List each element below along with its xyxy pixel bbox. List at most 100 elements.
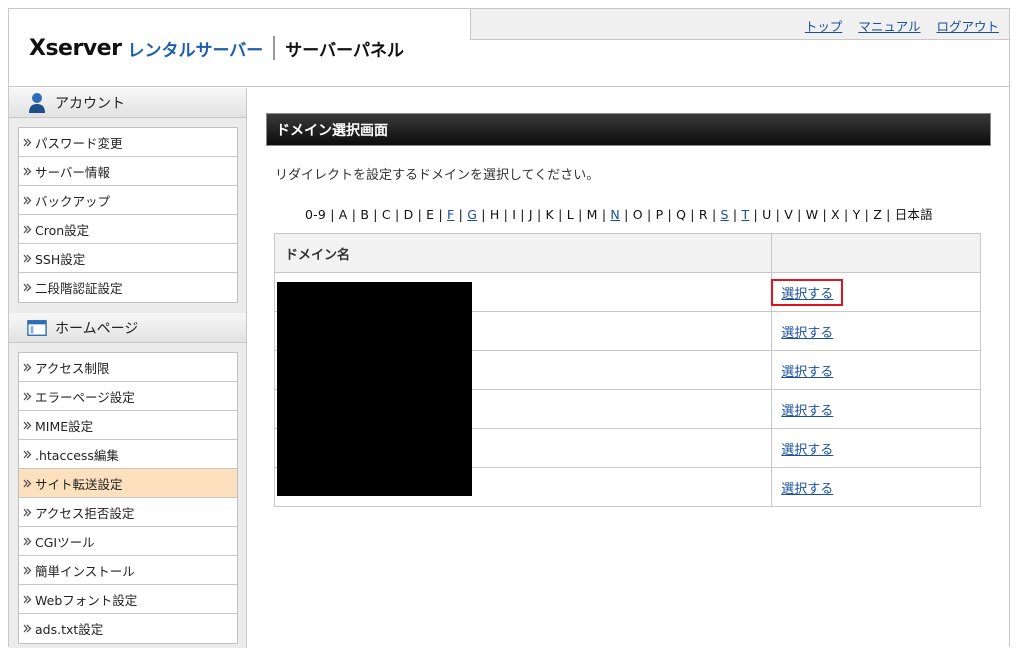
logout-link[interactable]: ログアウト	[936, 16, 999, 35]
sidebar-section-title: ホームページ	[55, 320, 139, 337]
xserver-logo[interactable]: Xserver レンタルサーバー サーバーパネル	[29, 33, 404, 63]
select-link[interactable]: 選択する	[781, 482, 833, 497]
logo-panel: サーバーパネル	[285, 40, 404, 61]
top-link[interactable]: トップ	[805, 16, 843, 35]
index-separator: |	[390, 207, 404, 222]
double-chevron-icon	[23, 449, 33, 459]
account-menu: パスワード変更 サーバー情報バックアップ Cron設定 SSH設定二段階認証設定	[18, 127, 238, 303]
sidebar-item-label: サイト転送設定	[35, 476, 123, 492]
select-link[interactable]: 選択する	[781, 326, 833, 341]
index-separator: |	[454, 207, 468, 222]
sidebar-item[interactable]: Cron設定	[19, 215, 237, 244]
main-content: ドメイン選択画面 リダイレクトを設定するドメインを選択してください。 0-9 |…	[247, 88, 1009, 648]
sidebar-item[interactable]: エラーページ設定	[19, 382, 237, 411]
logo-brand: Xserver	[29, 35, 122, 61]
logo-rental: レンタルサーバー	[127, 40, 264, 61]
sidebar-item[interactable]: アクセス制限	[19, 353, 237, 382]
double-chevron-icon	[23, 283, 33, 293]
action-cell: 選択する	[771, 389, 981, 429]
sidebar-item-label: エラーページ設定	[35, 389, 135, 405]
user-icon	[27, 92, 47, 114]
page-description: リダイレクトを設定するドメインを選択してください。	[275, 168, 600, 183]
select-link[interactable]: 選択する	[781, 443, 833, 458]
sidebar-item[interactable]: アクセス拒否設定	[19, 498, 237, 527]
index-separator: |	[532, 207, 546, 222]
index-letter: K	[545, 207, 554, 222]
double-chevron-icon	[23, 391, 33, 401]
double-chevron-icon	[23, 362, 33, 372]
sidebar-item-label: パスワード変更	[35, 135, 123, 151]
sidebar-item-label: ads.txt設定	[35, 622, 104, 637]
index-separator: |	[642, 207, 656, 222]
index-separator: |	[597, 207, 611, 222]
sidebar-item[interactable]: ads.txt設定	[19, 614, 237, 643]
index-separator: |	[434, 207, 448, 222]
index-letter[interactable]: N	[610, 207, 620, 222]
sidebar-item-label: .htaccess編集	[35, 447, 119, 463]
select-link[interactable]: 選択する	[781, 404, 833, 419]
sidebar-item[interactable]: バックアップ	[19, 186, 237, 215]
sidebar-item[interactable]: 簡単インストール	[19, 556, 237, 585]
table-header-row: ドメイン名	[273, 233, 981, 273]
window-icon	[27, 317, 47, 339]
index-separator: |	[707, 207, 721, 222]
index-separator: |	[516, 207, 529, 222]
sidebar-item[interactable]: .htaccess編集	[19, 440, 237, 469]
index-letter: M	[586, 207, 598, 222]
index-separator: |	[499, 207, 513, 222]
double-chevron-icon	[23, 594, 33, 604]
index-separator: |	[347, 207, 361, 222]
double-chevron-icon	[23, 565, 33, 575]
index-letter: O	[632, 207, 643, 222]
sidebar-item[interactable]: 二段階認証設定	[19, 273, 237, 302]
index-letter: 0-9	[305, 207, 327, 222]
index-separator: |	[881, 207, 895, 222]
index-separator: |	[771, 207, 785, 222]
sidebar-item-label: Cron設定	[35, 222, 90, 238]
sidebar-section-title: アカウント	[55, 95, 125, 112]
index-letter: 日本語	[894, 207, 933, 222]
manual-link[interactable]: マニュアル	[858, 16, 920, 35]
double-chevron-icon	[23, 137, 33, 147]
page-frame: Xserver レンタルサーバー サーバーパネル トップ マニュアル ログアウト…	[8, 8, 1010, 648]
sidebar: アカウント パスワード変更 サーバー情報バックアップ Cron設定 SSH設定二段階認…	[9, 88, 247, 648]
index-separator: |	[860, 207, 874, 222]
index-separator: |	[749, 207, 763, 222]
sidebar-item[interactable]: Webフォント設定	[19, 585, 237, 614]
index-letter: C	[381, 207, 391, 222]
index-separator: |	[369, 207, 382, 222]
index-letter: Q	[676, 207, 687, 222]
double-chevron-icon	[23, 253, 33, 263]
index-letter[interactable]: S	[721, 207, 729, 222]
sidebar-item[interactable]: CGIツール	[19, 527, 237, 556]
index-letter: W	[805, 207, 819, 222]
index-letter: L	[566, 207, 574, 222]
index-letter: R	[698, 207, 708, 222]
sidebar-item-label: MIME設定	[35, 418, 94, 434]
index-separator: |	[573, 207, 587, 222]
action-cell: 選択する	[771, 428, 981, 468]
select-link[interactable]: 選択する	[781, 365, 833, 380]
sidebar-section-homepage: ホームページ	[9, 313, 246, 343]
index-separator: |	[728, 207, 742, 222]
sidebar-item-label: 二段階認証設定	[35, 281, 123, 296]
alphabet-index: 0-9 | A | B | C | D | E | F | G | H | I …	[305, 204, 933, 223]
homepage-menu: アクセス制限エラーページ設定 MIME設定 .htaccess編集 サイト転送設定アク…	[18, 352, 238, 644]
action-cell: 選択する	[771, 272, 981, 312]
index-letter[interactable]: G	[467, 207, 477, 222]
sidebar-item[interactable]: パスワード変更	[19, 128, 237, 157]
index-letter: A	[338, 207, 348, 222]
sidebar-item[interactable]: サイト転送設定	[19, 469, 237, 498]
sidebar-item[interactable]: SSH設定	[19, 244, 237, 273]
action-header	[771, 233, 981, 273]
domain-name-header: ドメイン名	[273, 233, 773, 273]
action-cell: 選択する	[771, 467, 981, 507]
sidebar-item[interactable]: サーバー情報	[19, 157, 237, 186]
index-separator: |	[818, 207, 832, 222]
top-nav-bar: トップ マニュアル ログアウト	[470, 9, 1009, 40]
sidebar-item-label: サーバー情報	[35, 164, 110, 180]
logo-divider	[273, 36, 276, 60]
sidebar-item[interactable]: MIME設定	[19, 411, 237, 440]
index-letter: X	[831, 207, 840, 222]
select-link-highlighted[interactable]: 選択する	[771, 278, 844, 306]
